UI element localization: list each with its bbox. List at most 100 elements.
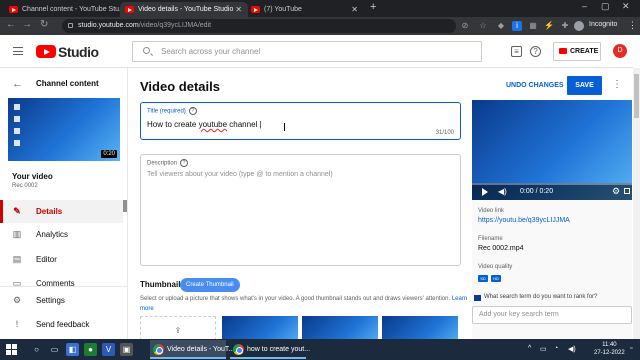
gear-icon: ⚙ bbox=[12, 295, 22, 305]
video-thumbnail[interactable]: 0:20 bbox=[8, 98, 120, 161]
title-field[interactable]: Title (required)? How to create youtube … bbox=[140, 102, 461, 140]
extension-icon[interactable]: ◆ bbox=[496, 21, 506, 31]
battery-icon[interactable]: ▭ bbox=[540, 345, 547, 353]
help-icon[interactable]: ? bbox=[180, 159, 189, 167]
scrollbar-thumb[interactable] bbox=[634, 74, 639, 118]
windows-start-icon[interactable] bbox=[6, 344, 17, 355]
search-box[interactable]: Search across your channel bbox=[132, 41, 482, 62]
star-icon[interactable]: ☆ bbox=[478, 21, 488, 31]
hamburger-menu-icon[interactable] bbox=[13, 47, 23, 55]
search-term-input[interactable]: Add your key search term bbox=[472, 306, 632, 324]
taskbar-item-video-details[interactable]: Video details - YouT... bbox=[150, 340, 234, 359]
video-editor-icon[interactable]: V bbox=[102, 343, 115, 356]
reload-icon[interactable]: ↻ bbox=[40, 19, 48, 30]
sidebar-item-editor[interactable]: ▤ Editor bbox=[0, 248, 123, 271]
taskbar-item-how-to-create[interactable]: how to create yout... bbox=[230, 340, 310, 359]
video-link[interactable]: https://youtu.be/q39ycLIJJMA bbox=[478, 217, 570, 224]
task-view-icon[interactable]: ▭ bbox=[48, 343, 61, 356]
help-icon[interactable]: ? bbox=[188, 107, 197, 115]
camera-off-icon[interactable]: ⊘ bbox=[460, 21, 470, 31]
sidebar-item-label: Send feedback bbox=[36, 320, 90, 329]
tray-chevron-icon[interactable]: ^ bbox=[528, 345, 531, 352]
title-input-value[interactable]: How to create youtube channel | bbox=[147, 120, 262, 129]
channel-content-link[interactable]: Channel content bbox=[36, 79, 99, 88]
url-path: /video/q39ycLIJMA/edit bbox=[138, 22, 212, 29]
app-icon[interactable]: ▣ bbox=[120, 343, 133, 356]
sidebar-scrollbar[interactable] bbox=[123, 200, 127, 212]
new-tab-button[interactable]: + bbox=[370, 1, 376, 13]
sidebar-item-details[interactable]: ✎ Details bbox=[0, 200, 123, 223]
description-field-label: Description? bbox=[147, 159, 189, 167]
back-arrow-icon[interactable]: ← bbox=[6, 19, 16, 30]
video-player[interactable]: ◀) 0:00 / 0:20 ⚙ bbox=[472, 100, 632, 200]
thumbnail-option[interactable] bbox=[302, 316, 378, 339]
text-cursor bbox=[284, 123, 285, 131]
pencil-icon: ✎ bbox=[13, 206, 21, 216]
page-scrollbar[interactable] bbox=[633, 68, 640, 339]
youtube-logo-icon[interactable] bbox=[36, 45, 56, 58]
browser-menu-icon[interactable]: ⋮ bbox=[628, 20, 637, 31]
youtube-studio-favicon-icon bbox=[9, 6, 18, 13]
undo-changes-button[interactable]: UNDO CHANGES bbox=[506, 82, 564, 89]
browser-tab-video-details[interactable]: Video details - YouTube Studio ✕ bbox=[120, 2, 248, 17]
sidebar-item-analytics[interactable]: ▥ Analytics bbox=[0, 223, 123, 246]
url-host: studio.youtube.com bbox=[78, 22, 139, 29]
extension-grid-icon[interactable]: ▦ bbox=[528, 21, 538, 31]
incognito-label[interactable]: Incognito bbox=[589, 21, 617, 28]
volume-icon[interactable]: ◀) bbox=[498, 187, 507, 196]
thumbnail-option[interactable] bbox=[222, 316, 298, 339]
description-field[interactable]: Description? Tell viewers about your vid… bbox=[140, 154, 461, 266]
incognito-icon bbox=[574, 21, 584, 31]
search-input[interactable]: Search across your channel bbox=[161, 47, 260, 56]
extension-bolt-icon[interactable]: ⚡ bbox=[544, 21, 554, 31]
system-clock[interactable]: 11:40 27-12-2022 bbox=[594, 341, 625, 357]
quality-badge-hd: HD bbox=[491, 275, 501, 282]
puzzle-icon[interactable]: ✚ bbox=[560, 21, 570, 31]
fullscreen-icon[interactable] bbox=[624, 188, 630, 194]
analytics-icon: ▥ bbox=[12, 229, 22, 239]
sidebar-item-send-feedback[interactable]: ! Send feedback bbox=[0, 313, 123, 336]
volume-icon[interactable]: ◀) bbox=[568, 345, 576, 353]
more-options-icon[interactable]: ⋮ bbox=[612, 79, 622, 90]
save-button[interactable]: SAVE bbox=[567, 76, 602, 95]
player-time: 0:00 / 0:20 bbox=[520, 188, 554, 195]
thumbnail-description-text: Select or upload a picture that shows wh… bbox=[140, 296, 451, 302]
notifications-icon[interactable]: ▫ bbox=[630, 345, 632, 352]
create-thumbnail-button[interactable]: Create Thumbnail bbox=[180, 278, 240, 292]
upload-thumbnail-button[interactable]: ⇪ bbox=[140, 316, 216, 339]
sidebar: ← Channel content 0:20 Your video Rec 00… bbox=[0, 68, 128, 339]
description-input[interactable]: Tell viewers about your video (type @ to… bbox=[147, 171, 333, 178]
studio-logo-text[interactable]: Studio bbox=[58, 44, 99, 60]
back-arrow-icon[interactable]: ← bbox=[12, 78, 23, 90]
play-icon[interactable] bbox=[482, 188, 488, 196]
extension-iq-icon[interactable]: i bbox=[512, 21, 522, 31]
address-bar[interactable]: studio.youtube.com/video/q39ycLIJMA/edit bbox=[62, 19, 456, 33]
app-icon[interactable]: ● bbox=[84, 343, 97, 356]
search-icon[interactable]: ○ bbox=[30, 343, 43, 356]
create-button[interactable]: CREATE bbox=[553, 42, 601, 61]
close-window-button[interactable]: ✕ bbox=[622, 1, 630, 12]
settings-gear-icon[interactable]: ⚙ bbox=[612, 186, 620, 197]
file-explorer-icon[interactable]: ◧ bbox=[66, 343, 79, 356]
studio-header: Studio Search across your channel ≡ ? CR… bbox=[0, 35, 633, 68]
progress-bar[interactable] bbox=[472, 183, 632, 185]
help-icon[interactable]: ? bbox=[530, 46, 541, 57]
title-field-label: Title (required)? bbox=[147, 107, 197, 115]
clock-date: 27-12-2022 bbox=[594, 350, 625, 356]
messages-icon[interactable]: ≡ bbox=[511, 46, 522, 57]
maximize-button[interactable]: ▢ bbox=[601, 1, 610, 12]
browser-tab-channel-content[interactable]: Channel content - YouTube Stu... ✕ bbox=[4, 2, 132, 17]
forward-arrow-icon[interactable]: → bbox=[22, 19, 32, 30]
video-duration: 0:20 bbox=[101, 150, 117, 158]
browser-tab-youtube[interactable]: (7) YouTube ✕ bbox=[246, 2, 364, 17]
thumbnail-option[interactable] bbox=[382, 316, 458, 339]
browser-toolbar: ← → ↻ studio.youtube.com/video/q39ycLIJM… bbox=[0, 17, 640, 35]
taskbar-item-label: Video details - YouT... bbox=[167, 346, 235, 353]
minimize-button[interactable]: – bbox=[582, 1, 587, 11]
close-tab-icon[interactable]: ✕ bbox=[235, 2, 242, 17]
network-icon[interactable]: ◔ bbox=[554, 345, 558, 352]
thumbnail-heading: Thumbnail bbox=[140, 280, 181, 289]
sidebar-item-settings[interactable]: ⚙ Settings bbox=[0, 289, 123, 312]
close-tab-icon[interactable]: ✕ bbox=[351, 2, 358, 17]
avatar[interactable]: D bbox=[613, 44, 627, 58]
